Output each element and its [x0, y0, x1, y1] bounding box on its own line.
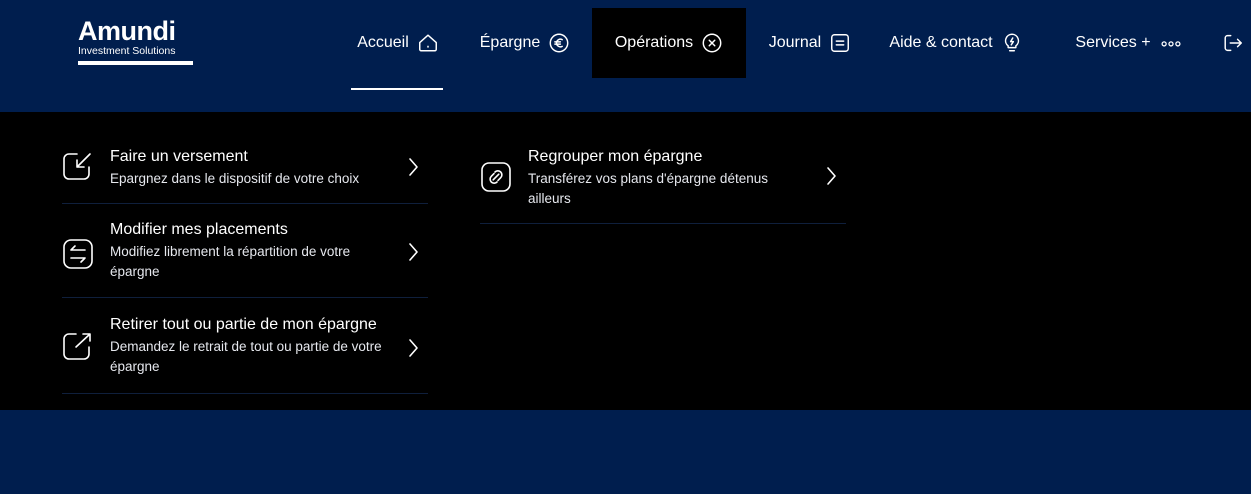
- menu-item-retirer-epargne[interactable]: Retirer tout ou partie de mon épargne De…: [62, 315, 428, 394]
- link-circle-icon: [481, 162, 511, 192]
- menu-item-title: Regrouper mon épargne: [528, 148, 703, 165]
- nav-operations-label: Opérations: [614, 34, 694, 51]
- menu-item-faire-versement[interactable]: Faire un versement Epargnez dans le disp…: [62, 147, 428, 204]
- switch-arrows-icon: [63, 239, 93, 269]
- nav-aide-contact[interactable]: Aide & contact: [876, 8, 1036, 78]
- document-icon: [831, 34, 850, 52]
- top-navigation-bar: Amundi Investment Solutions Accueil Épar…: [0, 0, 1251, 112]
- nav-epargne[interactable]: Épargne: [474, 8, 576, 78]
- logo-name: Amundi: [78, 16, 176, 46]
- nav-services-label: Services +: [1075, 34, 1151, 51]
- nav-operations[interactable]: Opérations: [592, 8, 746, 78]
- logo-underline: [78, 61, 193, 65]
- menu-item-title: Retirer tout ou partie de mon épargne: [110, 316, 377, 333]
- lightbulb-icon: [1004, 33, 1019, 52]
- logo-tagline: Investment Solutions: [78, 45, 176, 57]
- menu-item-description: Demandez le retrait de tout ou partie de…: [110, 339, 382, 374]
- menu-item-description: Epargnez dans le dispositif de votre cho…: [110, 171, 360, 186]
- operations-dropdown-panel: Faire un versement Epargnez dans le disp…: [0, 112, 1251, 410]
- active-nav-underline: [351, 88, 443, 90]
- menu-item-description: Transférez vos plans d'épargne détenus a…: [528, 171, 768, 206]
- menu-item-modifier-placements[interactable]: Modifier mes placements Modifiez libreme…: [62, 220, 428, 298]
- close-circle-icon: [702, 33, 722, 53]
- logout-button[interactable]: [1218, 8, 1248, 78]
- nav-accueil-label: Accueil: [357, 34, 409, 51]
- nav-services[interactable]: Services +: [1068, 8, 1190, 78]
- chevron-right-icon: [409, 158, 418, 176]
- amundi-logo[interactable]: Amundi Investment Solutions: [78, 18, 196, 65]
- menu-item-regrouper-epargne[interactable]: Regrouper mon épargne Transférez vos pla…: [480, 147, 846, 224]
- more-dots-icon: [1161, 41, 1181, 47]
- menu-item-description: Modifiez librement la répartition de vot…: [110, 244, 351, 279]
- logout-icon: [1224, 34, 1242, 52]
- menu-item-title: Modifier mes placements: [110, 221, 288, 238]
- nav-journal[interactable]: Journal: [762, 8, 858, 78]
- nav-accueil[interactable]: Accueil: [351, 8, 445, 78]
- home-icon: [418, 34, 437, 52]
- chevron-right-icon: [409, 339, 418, 357]
- menu-item-title: Faire un versement: [110, 148, 248, 165]
- deposit-arrow-icon: [63, 153, 91, 180]
- chevron-right-icon: [827, 167, 836, 185]
- chevron-right-icon: [409, 243, 418, 261]
- nav-aide-contact-label: Aide & contact: [889, 34, 993, 51]
- euro-icon: [549, 33, 569, 53]
- withdraw-arrow-icon: [63, 333, 91, 360]
- nav-epargne-label: Épargne: [479, 34, 541, 51]
- nav-journal-label: Journal: [768, 34, 822, 51]
